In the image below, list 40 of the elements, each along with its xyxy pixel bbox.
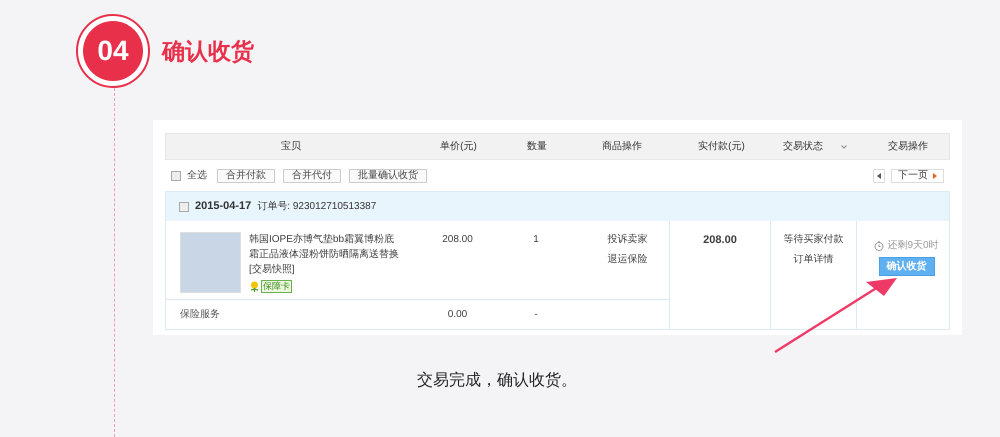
countdown-text: 还剩9天0时	[887, 238, 939, 253]
left-caret-icon	[877, 172, 881, 178]
total-paid: 208.00	[703, 234, 737, 246]
previous-page-button[interactable]	[873, 168, 885, 182]
column-header: 交易操作	[888, 140, 928, 154]
toolbar-button[interactable]: 合并付款	[217, 168, 275, 182]
column-header: 单价(元)	[440, 140, 477, 154]
item-action-link[interactable]: 退运保险	[608, 252, 648, 267]
caption-text: 交易完成，确认收货。	[417, 370, 577, 391]
toolbar-button[interactable]: 合并代付	[283, 168, 341, 182]
right-caret-icon	[933, 172, 937, 178]
item-action-link[interactable]: 投诉卖家	[608, 232, 648, 247]
toolbar-button[interactable]: 批量确认收货	[349, 168, 427, 182]
step-title: 确认收货	[162, 36, 254, 66]
next-page-button[interactable]: 下一页	[891, 168, 944, 182]
flower-icon	[249, 281, 260, 292]
order-date: 2015-04-17	[195, 199, 252, 214]
column-header: 商品操作	[602, 140, 642, 154]
step-number: 04	[83, 21, 143, 81]
column-header: 实付款(元)	[698, 140, 745, 154]
product-photo-placeholder	[180, 232, 241, 293]
column-header: 数量	[527, 140, 547, 154]
checkbox[interactable]	[179, 202, 189, 212]
order-details-link[interactable]: 订单详情	[794, 252, 834, 267]
checkbox[interactable]	[171, 170, 181, 180]
select-all-label: 全选	[187, 168, 207, 183]
insurance-label: 保险服务	[180, 308, 220, 322]
order-number: 订单号: 923012710513387	[257, 200, 376, 214]
order-status: 等待买家付款	[784, 232, 844, 247]
snapshot-link[interactable]: [交易快照]	[249, 264, 295, 275]
product-title-link[interactable]: 韩国IOPE亦博气垫bb霜翼博粉底霜正品液体湿粉饼防晒隔离送替换	[249, 232, 401, 262]
clock-icon	[874, 240, 884, 250]
quantity: 1	[533, 234, 539, 245]
insurance-price: 0.00	[448, 308, 468, 322]
column-header: 交易状态	[783, 140, 823, 154]
unit-price: 208.00	[442, 234, 473, 245]
insurance-quantity: -	[534, 308, 538, 322]
column-header: 宝贝	[281, 140, 301, 154]
chevron-down-icon[interactable]	[841, 144, 847, 148]
guarantee-card-badge: 保障卡	[261, 280, 292, 293]
